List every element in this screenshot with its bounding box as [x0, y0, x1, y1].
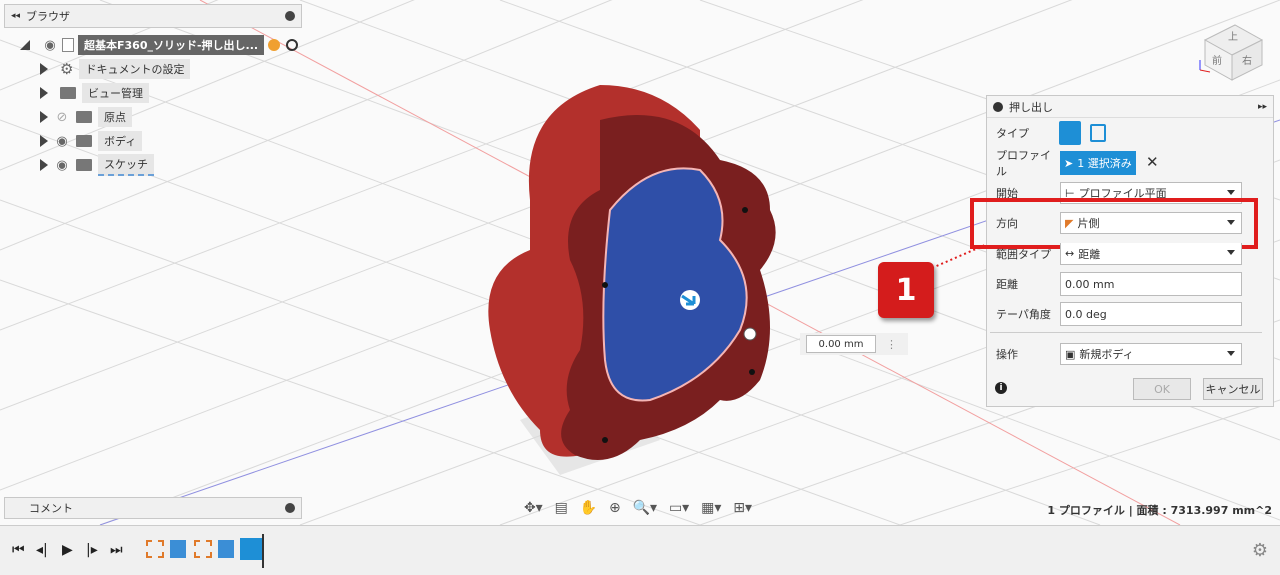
divider: [990, 332, 1262, 333]
document-icon: [62, 38, 74, 52]
expand-icon[interactable]: [40, 111, 48, 123]
new-body-icon: ▣: [1065, 347, 1076, 361]
status-text: 1 プロファイル | 面積 : 7313.997 mm^2: [1047, 504, 1272, 517]
folder-icon: [60, 87, 76, 99]
timeline-sketch-icon[interactable]: [146, 540, 164, 558]
expand-icon[interactable]: [40, 135, 48, 147]
viewports-icon[interactable]: ⊞▾: [733, 500, 752, 516]
minimize-icon[interactable]: [285, 11, 295, 21]
distance-label: 距離: [996, 278, 1018, 291]
tree-item-sketches[interactable]: ◉ スケッチ: [40, 154, 154, 176]
visibility-eye-icon[interactable]: ◉: [54, 158, 70, 173]
fit-icon[interactable]: 🔍▾: [633, 500, 657, 516]
hidden-eye-icon[interactable]: ⊘: [54, 110, 70, 125]
ok-button[interactable]: OK: [1133, 378, 1191, 400]
tree-item-origin[interactable]: ⊘ 原点: [40, 106, 132, 128]
timeline-sketch-icon[interactable]: [194, 540, 212, 558]
operation-label: 操作: [996, 348, 1018, 361]
comment-panel[interactable]: コメント: [4, 497, 302, 519]
info-icon[interactable]: i: [995, 382, 1007, 394]
clear-selection-icon[interactable]: ✕: [1146, 153, 1159, 171]
viewcube-front-label: 前: [1212, 56, 1222, 67]
step-back-icon[interactable]: ◂|: [36, 542, 48, 558]
expand-icon[interactable]: [40, 63, 48, 75]
tree-root[interactable]: ◉ 超基本F360_ソリッド-押し出し...: [20, 34, 299, 56]
cancel-button[interactable]: キャンセル: [1203, 378, 1263, 400]
profile-select-button[interactable]: ➤ 1 選択済み: [1060, 151, 1136, 175]
viewport-distance-input[interactable]: 0.00 mm: [806, 335, 876, 353]
cursor-icon: ➤: [1064, 156, 1074, 170]
viewport-distance-widget: 0.00 mm ⋮: [800, 333, 908, 355]
operation-value: 新規ボディ: [1079, 348, 1134, 361]
browser-title: ブラウザ: [26, 10, 71, 23]
play-icon[interactable]: ▶: [62, 542, 73, 558]
visibility-eye-icon[interactable]: ◉: [42, 38, 58, 53]
timeline-bar: ⏮ ◂| ▶ |▸ ⏭ ⚙: [0, 525, 1280, 575]
add-comment-icon[interactable]: [285, 503, 295, 513]
timeline-extrude-icon[interactable]: [218, 540, 234, 558]
orbit-icon[interactable]: ✥▾: [524, 500, 543, 516]
extrude-arrow-icon[interactable]: [680, 290, 700, 310]
zoom-icon[interactable]: ⊕: [609, 500, 621, 516]
tree-item-view-manager[interactable]: ビュー管理: [40, 82, 149, 104]
go-to-start-icon[interactable]: ⏮: [12, 542, 25, 558]
profile-label: プロファイル: [996, 149, 1051, 178]
expand-icon[interactable]: [20, 40, 30, 50]
grid-settings-icon[interactable]: ▦▾: [701, 500, 721, 516]
expand-dialog-icon[interactable]: ▸▸: [1258, 102, 1267, 112]
distance-input[interactable]: 0.00 mm: [1060, 272, 1242, 296]
dialog-title: 押し出し: [1009, 100, 1053, 114]
display-settings-icon[interactable]: ▭▾: [669, 500, 689, 516]
look-at-icon[interactable]: ▤: [555, 500, 568, 516]
expand-icon[interactable]: [40, 159, 48, 171]
viewcube-right-label: 右: [1242, 56, 1252, 67]
tree-item-bodies[interactable]: ◉ ボディ: [40, 130, 143, 152]
timeline-current-extrude-icon[interactable]: [240, 538, 262, 560]
viewcube-top-label: 上: [1228, 32, 1238, 43]
tree-item-label: ボディ: [98, 131, 143, 151]
extent-type-label: 範囲タイプ: [996, 248, 1051, 261]
extent-type-select[interactable]: ↔ 距離: [1060, 243, 1242, 265]
more-options-icon[interactable]: ⋮: [886, 338, 897, 351]
profile-value: 1 選択済み: [1077, 157, 1132, 170]
type-label: タイプ: [996, 127, 1029, 140]
step-forward-icon[interactable]: |▸: [86, 542, 98, 558]
folder-icon: [76, 135, 92, 147]
timeline-extrude-icon[interactable]: [170, 540, 186, 558]
taper-input[interactable]: 0.0 deg: [1060, 302, 1242, 326]
comment-label: コメント: [29, 502, 73, 515]
gear-icon[interactable]: ⚙: [1252, 540, 1268, 561]
row-type: タイプ: [986, 120, 1272, 146]
go-to-end-icon[interactable]: ⏭: [110, 542, 123, 558]
operation-select[interactable]: ▣ 新規ボディ: [1060, 343, 1242, 365]
type-solid-button[interactable]: [1059, 121, 1081, 145]
navigation-toolbar: ✥▾ ▤ ✋ ⊕ 🔍▾ ▭▾ ▦▾ ⊞▾: [518, 496, 758, 520]
dialog-header[interactable]: 押し出し ▸▸: [987, 96, 1273, 118]
tree-item-label: ドキュメントの設定: [79, 59, 191, 79]
folder-icon: [76, 159, 92, 171]
pan-hand-icon[interactable]: ✋: [580, 500, 597, 516]
gear-icon: ⚙: [60, 60, 74, 78]
browser-panel-header[interactable]: ◂◂ ブラウザ: [4, 4, 302, 28]
taper-label: テーパ角度: [996, 308, 1051, 321]
root-document-label[interactable]: 超基本F360_ソリッド-押し出し...: [78, 35, 265, 55]
distance-icon: ↔: [1065, 247, 1075, 260]
activate-radio-icon[interactable]: [286, 39, 299, 51]
tree-item-document-settings[interactable]: ⚙ ドキュメントの設定: [40, 58, 191, 80]
type-thin-button[interactable]: [1090, 124, 1106, 142]
tree-item-label: スケッチ: [98, 154, 154, 176]
visibility-eye-icon[interactable]: ◉: [54, 134, 70, 149]
timeline-marker[interactable]: [262, 534, 264, 568]
expand-icon[interactable]: [40, 87, 48, 99]
collapse-icon[interactable]: ◂◂: [11, 11, 20, 21]
model-body[interactable]: [488, 85, 776, 475]
extent-type-value: 距離: [1078, 247, 1101, 261]
collapse-dialog-icon[interactable]: [993, 101, 1003, 112]
callout-badge: 1: [878, 262, 934, 318]
folder-icon: [76, 111, 92, 123]
component-badge-icon: [268, 39, 281, 51]
tree-item-label: 原点: [98, 107, 132, 127]
tree-item-label: ビュー管理: [82, 83, 149, 103]
